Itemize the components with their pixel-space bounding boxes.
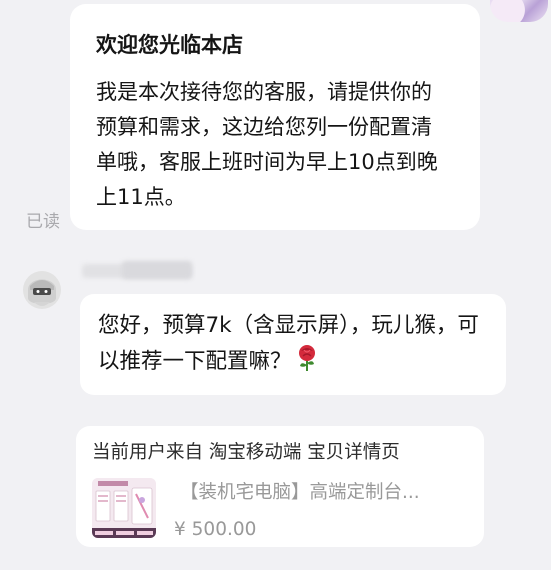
user-nickname-blurred-overlay bbox=[122, 261, 192, 279]
rose-icon bbox=[296, 344, 318, 376]
read-status: 已读 bbox=[26, 212, 60, 232]
user-message-bubble: 您好，预算7k（含显示屏），玩儿猴，可以推荐一下配置嘛？ bbox=[80, 294, 506, 395]
source-info: 当前用户来自 淘宝移动端 宝贝详情页 bbox=[92, 442, 400, 463]
user-avatar-icon bbox=[23, 271, 61, 309]
product-title[interactable]: 【装机宅电脑】高端定制台... bbox=[180, 480, 470, 506]
user-message-text: 您好，预算7k（含显示屏），玩儿猴，可以推荐一下配置嘛？ bbox=[98, 313, 479, 374]
merchant-avatar[interactable] bbox=[490, 0, 548, 22]
merchant-message-bubble: 欢迎您光临本店 我是本次接待您的客服，请提供你的预算和需求，这边给您列一份配置清… bbox=[70, 4, 480, 230]
product-thumbnail-image bbox=[92, 478, 156, 538]
product-price: ¥ 500.00 bbox=[174, 519, 257, 540]
welcome-title: 欢迎您光临本店 bbox=[96, 33, 243, 57]
product-thumbnail[interactable] bbox=[92, 478, 156, 538]
product-card[interactable]: 当前用户来自 淘宝移动端 宝贝详情页 【装机宅电脑】高端定制台... ¥ 500… bbox=[76, 426, 484, 547]
user-avatar[interactable] bbox=[22, 268, 62, 312]
welcome-text: 我是本次接待您的客服，请提供你的预算和需求，这边给您列一份配置清单哦，客服上班时… bbox=[96, 80, 438, 209]
